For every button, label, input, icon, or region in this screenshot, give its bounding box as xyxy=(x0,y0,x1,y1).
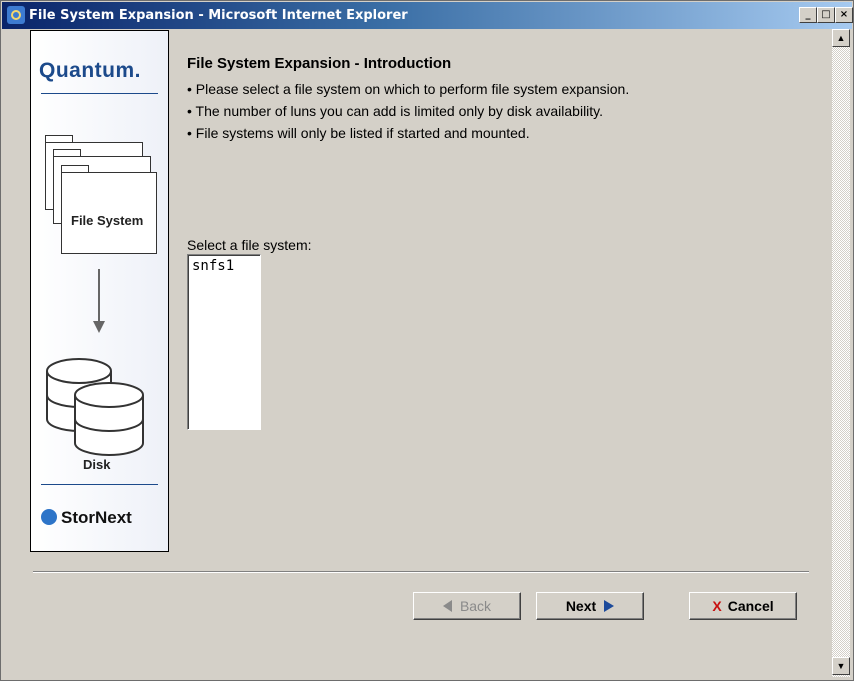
stornext-logo: StorNext xyxy=(41,508,132,528)
browser-window: File System Expansion - Microsoft Intern… xyxy=(0,0,854,681)
disk-stack-icon xyxy=(46,358,144,456)
back-button-label: Back xyxy=(459,598,492,614)
disk-label: Disk xyxy=(83,457,111,472)
instructions: • Please select a file system on which t… xyxy=(187,81,707,147)
title-bar[interactable]: File System Expansion - Microsoft Intern… xyxy=(2,2,853,29)
divider xyxy=(41,93,158,94)
file-system-listbox[interactable]: snfs1 xyxy=(187,254,261,430)
instruction-item: • The number of luns you can add is limi… xyxy=(187,103,604,119)
down-arrow-icon xyxy=(98,269,100,323)
quantum-logo: Quantum. xyxy=(39,59,141,82)
page-title: File System Expansion - Introduction xyxy=(187,55,452,72)
instruction-item: • File systems will only be listed if st… xyxy=(187,125,530,141)
back-button[interactable]: Back xyxy=(413,592,521,620)
button-separator xyxy=(33,571,809,573)
next-arrow-icon xyxy=(604,600,615,612)
minimize-button[interactable]: _ xyxy=(799,7,817,23)
file-system-option[interactable]: snfs1 xyxy=(188,255,260,274)
file-system-select-label: Select a file system: xyxy=(187,237,312,253)
scroll-down-button[interactable]: ▼ xyxy=(832,657,850,675)
scroll-up-button[interactable]: ▲ xyxy=(832,29,850,47)
next-button[interactable]: Next xyxy=(536,592,644,620)
window-title: File System Expansion - Microsoft Intern… xyxy=(29,8,408,23)
maximize-button[interactable]: □ xyxy=(817,7,835,23)
close-button[interactable]: × xyxy=(835,7,853,23)
file-system-label: File System xyxy=(71,213,144,228)
next-button-label: Next xyxy=(565,598,597,614)
cancel-button[interactable]: X Cancel xyxy=(689,592,797,620)
instruction-item: • Please select a file system on which t… xyxy=(187,81,630,97)
arrow-head xyxy=(93,321,105,333)
wizard-sidebar: Quantum. File System Disk StorNext xyxy=(30,30,169,552)
vertical-scrollbar[interactable]: ▲ ▼ xyxy=(832,29,850,677)
back-arrow-icon xyxy=(442,600,452,612)
stornext-globe-icon xyxy=(41,509,57,525)
internet-explorer-icon xyxy=(7,6,25,24)
cancel-button-label: Cancel xyxy=(727,598,774,614)
stornext-text: StorNext xyxy=(61,508,132,527)
divider xyxy=(41,484,158,485)
cancel-x-icon: X xyxy=(712,598,722,614)
